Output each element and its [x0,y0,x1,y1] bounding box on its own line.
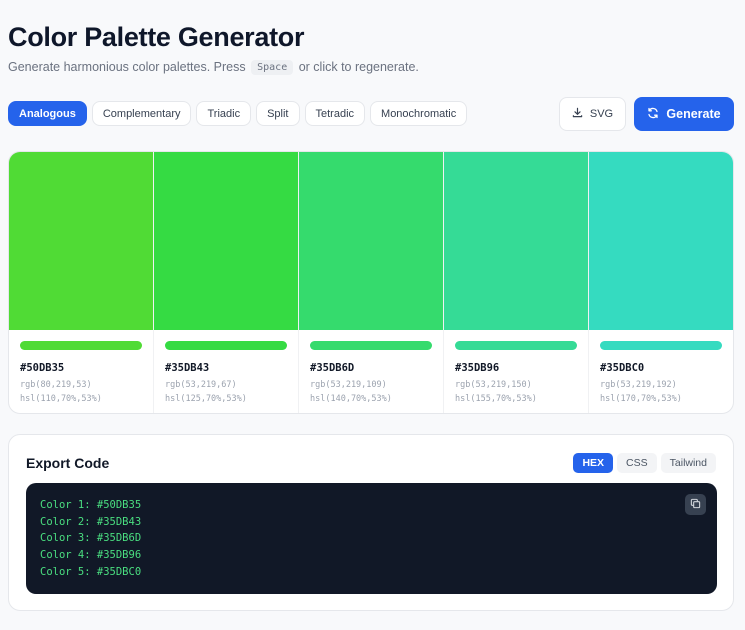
color-bar [455,341,577,350]
color-bar [310,341,432,350]
color-swatch[interactable] [299,152,443,330]
color-swatch[interactable] [9,152,153,330]
color-info: #35DBC0 rgb(53,219,192) hsl(170,70%,53%) [589,330,733,406]
code-line: Color 4: #35DB96 [40,549,142,562]
subtitle-text: Generate harmonious color palettes. Pres… [8,60,246,74]
color-bar [20,341,142,350]
tab-tetradic[interactable]: Tetradic [304,101,366,126]
color-hsl: hsl(110,70%,53%) [20,394,102,404]
code-line: Color 5: #35DBC0 [40,565,142,578]
color-hex[interactable]: #35DBC0 [600,362,722,374]
export-svg-button[interactable]: SVG [559,97,626,131]
color-hex[interactable]: #35DB43 [165,362,287,374]
color-hsl: hsl(170,70%,53%) [600,394,682,404]
export-title: Export Code [26,455,110,471]
color-bar [600,341,722,350]
code-block: Color 1: #50DB35 Color 2: #35DB43 Color … [26,483,717,594]
harmony-tabs: Analogous Complementary Triadic Split Te… [8,101,468,126]
color-rgb: rgb(80,219,53) [20,380,92,390]
color-rgb: rgb(53,219,109) [310,380,387,390]
code-line: Color 3: #35DB6D [40,532,142,545]
color-hsl: hsl(140,70%,53%) [310,394,392,404]
color-info: #35DB6D rgb(53,219,109) hsl(140,70%,53%) [299,330,443,406]
subtitle-text-end: or click to regenerate. [298,60,419,74]
color-card[interactable]: #35DB43 rgb(53,219,67) hsl(125,70%,53%) [154,152,299,413]
page-subtitle: Generate harmonious color palettes. Pres… [8,60,419,75]
format-tab-tailwind[interactable]: Tailwind [660,453,716,473]
color-info: #35DB96 rgb(53,219,150) hsl(155,70%,53%) [444,330,588,406]
copy-icon [690,496,701,514]
tab-monochromatic[interactable]: Monochromatic [370,101,468,126]
code-line: Color 2: #35DB43 [40,515,142,528]
color-rgb: rgb(53,219,192) [600,380,677,390]
color-info: #50DB35 rgb(80,219,53) hsl(110,70%,53%) [9,330,153,406]
format-tab-hex[interactable]: HEX [573,453,614,473]
tab-triadic[interactable]: Triadic [196,101,252,126]
export-panel: Export Code HEX CSS Tailwind Color 1: #5… [8,434,734,611]
color-swatch[interactable] [154,152,298,330]
space-key-hint: Space [251,60,294,75]
color-rgb: rgb(53,219,67) [165,380,237,390]
export-format-tabs: HEX CSS Tailwind [573,453,716,473]
tab-analogous[interactable]: Analogous [8,101,87,126]
color-card[interactable]: #50DB35 rgb(80,219,53) hsl(110,70%,53%) [9,152,154,413]
color-hsl: hsl(155,70%,53%) [455,394,537,404]
copy-button[interactable] [685,494,706,515]
tab-complementary[interactable]: Complementary [91,101,192,126]
color-hex[interactable]: #35DB6D [310,362,432,374]
color-hex[interactable]: #35DB96 [455,362,577,374]
format-tab-css[interactable]: CSS [617,453,657,473]
code-line: Color 1: #50DB35 [40,499,142,511]
color-rgb: rgb(53,219,150) [455,380,532,390]
generate-button[interactable]: Generate [634,97,734,131]
generate-label: Generate [666,107,721,121]
color-hsl: hsl(125,70%,53%) [165,394,247,404]
tab-split[interactable]: Split [256,101,300,126]
color-card[interactable]: #35DBC0 rgb(53,219,192) hsl(170,70%,53%) [589,152,733,413]
color-bar [165,341,287,350]
export-svg-label: SVG [589,108,614,120]
color-hex[interactable]: #50DB35 [20,362,142,374]
color-card[interactable]: #35DB6D rgb(53,219,109) hsl(140,70%,53%) [299,152,444,413]
palette-display: #50DB35 rgb(80,219,53) hsl(110,70%,53%) … [8,151,734,414]
color-swatch[interactable] [589,152,733,330]
color-card[interactable]: #35DB96 rgb(53,219,150) hsl(155,70%,53%) [444,152,589,413]
color-info: #35DB43 rgb(53,219,67) hsl(125,70%,53%) [154,330,298,406]
color-swatch[interactable] [444,152,588,330]
download-icon [572,107,583,121]
page-title: Color Palette Generator [8,22,305,52]
refresh-icon [647,107,659,122]
